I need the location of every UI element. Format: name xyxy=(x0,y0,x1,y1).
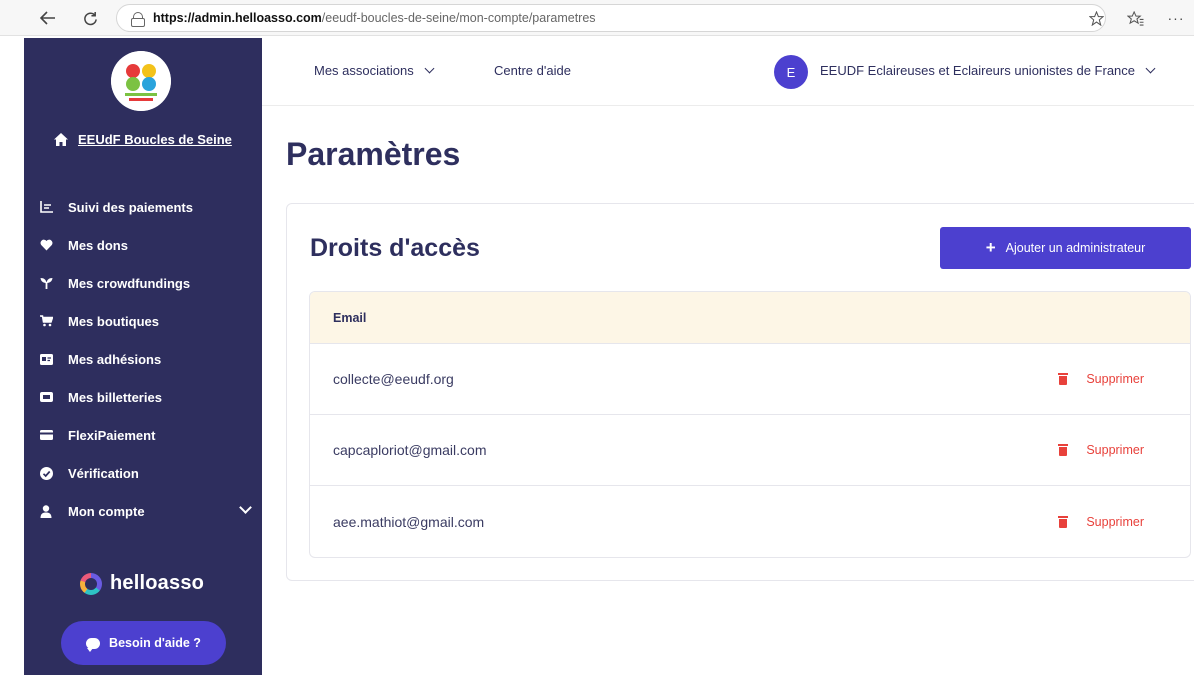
delete-button[interactable]: Supprimer xyxy=(1058,515,1144,529)
sidebar: EEUdF Boucles de Seine Suivi des paiemen… xyxy=(24,38,262,675)
star-icon[interactable] xyxy=(1084,6,1108,30)
administrators-table: Email collecte@eeudf.org Supprimer capca… xyxy=(309,291,1191,558)
trash-icon xyxy=(1058,373,1069,385)
card-title: Droits d'accès xyxy=(310,234,480,262)
add-administrator-button[interactable]: + Ajouter un administrateur xyxy=(940,227,1191,269)
chat-bubble-icon xyxy=(86,637,101,652)
table-row: aee.mathiot@gmail.com Supprimer xyxy=(310,486,1190,557)
back-arrow-icon[interactable] xyxy=(36,6,60,30)
url-path: /eeudf-boucles-de-seine/mon-compte/param… xyxy=(321,11,596,25)
creditcard-icon xyxy=(38,428,54,442)
cart-icon xyxy=(38,314,54,328)
my-associations-label: Mes associations xyxy=(314,63,414,78)
heart-icon xyxy=(38,238,54,252)
plus-icon: + xyxy=(985,238,996,257)
sidebar-item-mes-billetteries[interactable]: Mes billetteries xyxy=(38,378,250,416)
sidebar-item-label: Mes billetteries xyxy=(68,389,162,405)
more-icon[interactable]: ··· xyxy=(1164,6,1188,30)
access-rights-card: Droits d'accès + Ajouter un administrate… xyxy=(286,203,1194,581)
url-domain: https://admin.helloasso.com xyxy=(153,11,322,25)
organization-name: EEUdF Boucles de Seine xyxy=(78,132,232,147)
address-bar[interactable]: https://admin.helloasso.com/eeudf-boucle… xyxy=(116,4,1106,32)
organization-home-link[interactable]: EEUdF Boucles de Seine xyxy=(54,132,232,147)
table-row: capcaploriot@gmail.com Supprimer xyxy=(310,415,1190,486)
sidebar-item-label: Mes crowdfundings xyxy=(68,275,191,291)
delete-button[interactable]: Supprimer xyxy=(1058,443,1144,457)
add-administrator-label: Ajouter un administrateur xyxy=(1005,241,1146,255)
lock-icon xyxy=(131,11,145,27)
reload-icon[interactable] xyxy=(78,6,102,30)
browser-toolbar: https://admin.helloasso.com/eeudf-boucle… xyxy=(0,0,1194,36)
sidebar-item-label: Mes dons xyxy=(68,237,128,253)
help-center-link[interactable]: Centre d'aide xyxy=(494,63,571,78)
delete-label: Supprimer xyxy=(1086,372,1144,386)
sidebar-item-flexipaiement[interactable]: FlexiPaiement xyxy=(38,416,250,454)
sidebar-item-mon-compte[interactable]: Mon compte xyxy=(38,492,252,530)
user-icon xyxy=(38,504,54,518)
sidebar-item-label: Suivi des paiements xyxy=(68,199,193,215)
help-button-label: Besoin d'aide ? xyxy=(109,636,201,650)
delete-label: Supprimer xyxy=(1086,514,1144,529)
page-title: Paramètres xyxy=(286,136,461,172)
trash-icon xyxy=(1058,515,1069,528)
sidebar-item-label: Vérification xyxy=(68,465,139,481)
trash-icon xyxy=(1058,444,1069,456)
email-column-header: Email xyxy=(333,310,367,325)
delete-button[interactable]: Supprimer xyxy=(1058,372,1144,386)
chart-icon xyxy=(38,200,54,214)
chevron-down-icon xyxy=(1145,63,1156,74)
my-associations-dropdown[interactable]: Mes associations xyxy=(314,63,435,78)
sidebar-item-label: Mes adhésions xyxy=(68,351,162,367)
sidebar-item-label: FlexiPaiement xyxy=(68,427,156,443)
helloasso-logo-icon xyxy=(80,572,102,595)
sidebar-menu: Suivi des paiements Mes dons Mes crowdfu… xyxy=(38,188,252,530)
brand-name: helloasso xyxy=(110,572,205,594)
chevron-down-icon[interactable] xyxy=(239,501,252,514)
delete-label: Supprimer xyxy=(1086,443,1144,457)
row-email: aee.mathiot@gmail.com xyxy=(333,513,485,530)
check-badge-icon xyxy=(38,466,54,480)
sidebar-item-mes-dons[interactable]: Mes dons xyxy=(38,226,250,264)
card-icon xyxy=(38,352,54,366)
sidebar-item-verification[interactable]: Vérification xyxy=(38,454,250,492)
favorites-icon[interactable] xyxy=(1124,6,1148,30)
help-center-label: Centre d'aide xyxy=(494,63,571,78)
top-navigation: Mes associations Centre d'aide E EEUDF E… xyxy=(262,38,1194,106)
account-dropdown[interactable]: EEUDF Eclaireuses et Eclaireurs unionist… xyxy=(820,63,1156,78)
sprout-icon xyxy=(38,276,54,290)
organization-logo[interactable] xyxy=(111,51,171,111)
sidebar-item-mes-adhesions[interactable]: Mes adhésions xyxy=(38,340,250,378)
avatar-letter: E xyxy=(786,64,796,80)
account-name: EEUDF Eclaireuses et Eclaireurs unionist… xyxy=(820,63,1136,78)
help-button[interactable]: Besoin d'aide ? xyxy=(61,621,226,665)
avatar[interactable]: E xyxy=(774,55,808,89)
sidebar-item-mes-crowdfundings[interactable]: Mes crowdfundings xyxy=(38,264,250,302)
home-icon xyxy=(54,133,68,146)
row-email: capcaploriot@gmail.com xyxy=(333,442,487,458)
sidebar-item-label: Mon compte xyxy=(68,503,145,519)
helloasso-logo: helloasso xyxy=(80,572,204,595)
sidebar-item-label: Mes boutiques xyxy=(68,313,160,329)
table-header: Email xyxy=(310,292,1190,344)
table-row: collecte@eeudf.org Supprimer xyxy=(310,344,1190,415)
ticket-icon xyxy=(38,390,54,404)
chevron-down-icon xyxy=(424,63,435,74)
sidebar-item-suivi-des-paiements[interactable]: Suivi des paiements xyxy=(38,188,250,226)
sidebar-item-mes-boutiques[interactable]: Mes boutiques xyxy=(38,302,250,340)
row-email: collecte@eeudf.org xyxy=(333,371,454,387)
